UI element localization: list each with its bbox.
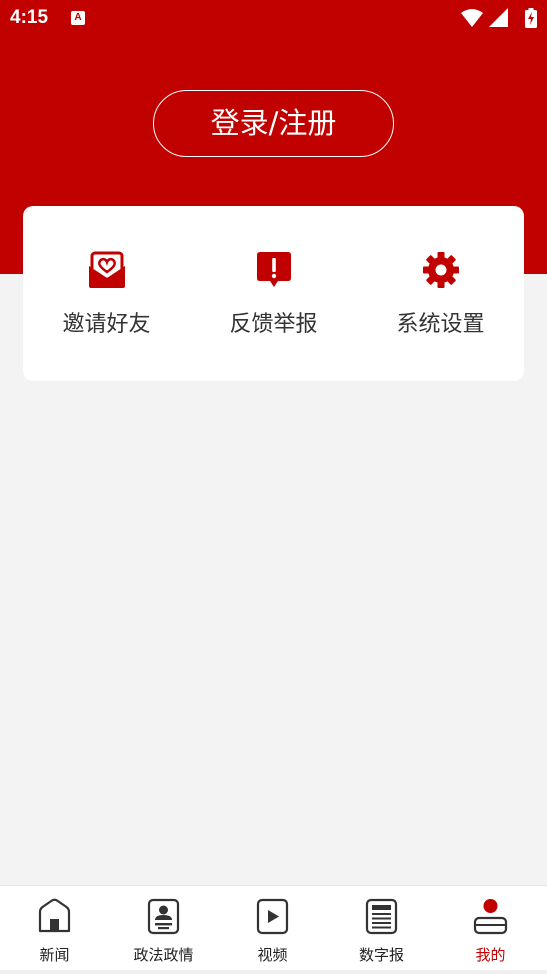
envelope-heart-icon — [89, 251, 125, 288]
notification-app-icon: A — [71, 11, 85, 25]
play-icon — [256, 898, 289, 935]
profile-icon — [473, 899, 508, 935]
feedback-report-label: 反馈举报 — [229, 312, 318, 337]
wifi-icon — [461, 9, 483, 27]
newspaper-icon — [365, 898, 398, 935]
tab-video[interactable]: 视频 — [218, 886, 327, 974]
system-settings-button[interactable]: 系统设置 — [357, 206, 524, 381]
report-alert-icon — [257, 252, 291, 287]
invite-friends-button[interactable]: 邀请好友 — [23, 206, 190, 381]
tab-politics-label: 政法政情 — [133, 946, 194, 964]
invite-friends-label: 邀请好友 — [62, 312, 151, 337]
feedback-report-button[interactable]: 反馈举报 — [190, 206, 357, 381]
tab-digital-paper-label: 数字报 — [358, 946, 404, 964]
battery-icon — [525, 8, 537, 28]
tab-news-label: 新闻 — [39, 946, 70, 964]
tab-video-label: 视频 — [257, 946, 288, 964]
quick-actions-card: 邀请好友 反馈举报 系统设置 — [23, 206, 524, 381]
login-register-button[interactable]: 登录/注册 — [153, 90, 394, 157]
status-time: 4:15 — [10, 7, 49, 28]
tab-digital-paper[interactable]: 数字报 — [327, 886, 436, 974]
tab-mine[interactable]: 我的 — [436, 886, 545, 974]
gear-icon — [423, 252, 459, 288]
tab-news[interactable]: 新闻 — [0, 886, 109, 974]
home-icon — [38, 898, 71, 933]
status-bar: 4:15 A — [0, 0, 547, 36]
home-indicator — [0, 970, 547, 974]
tab-politics[interactable]: 政法政情 — [109, 886, 218, 974]
id-card-icon — [147, 898, 180, 935]
signal-icon — [489, 8, 508, 27]
system-settings-label: 系统设置 — [396, 312, 485, 337]
bottom-tab-bar: 新闻 政法政情 视频 数字报 我的 — [0, 885, 547, 974]
tab-mine-label: 我的 — [475, 946, 506, 964]
